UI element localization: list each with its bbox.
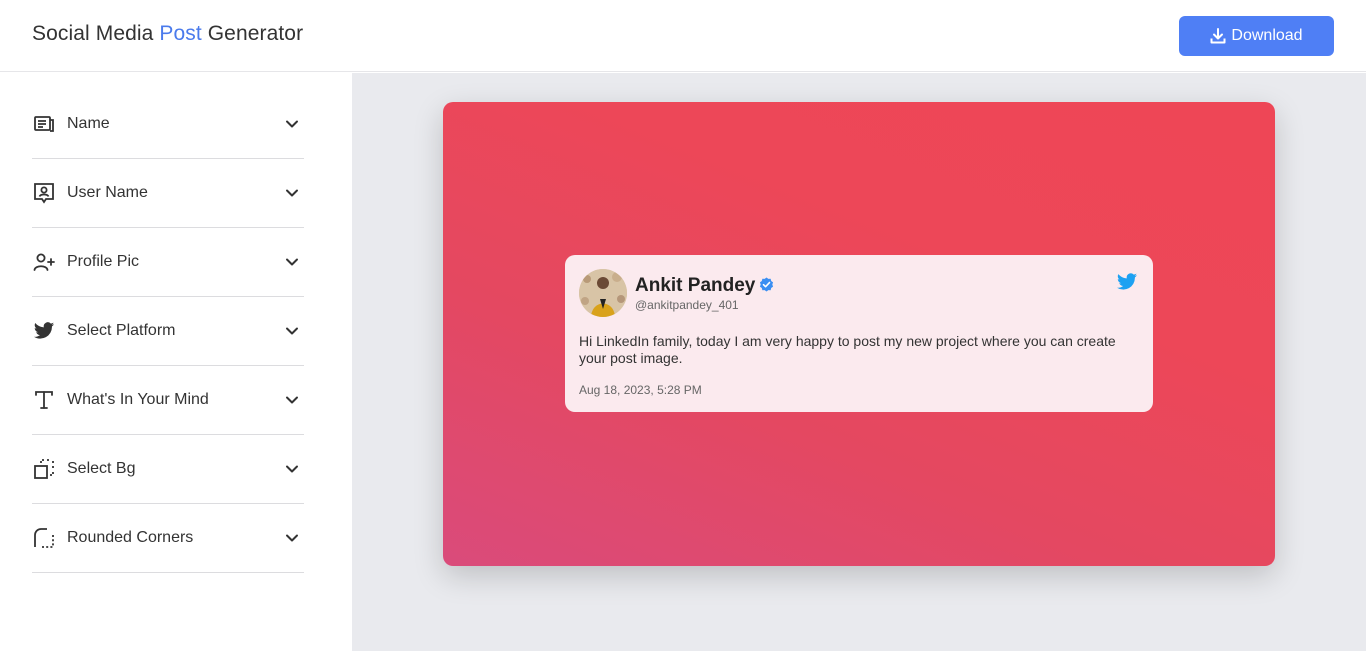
post-card: Ankit Pandey @ankitpandey_401 Hi LinkedI… (565, 255, 1153, 412)
sidebar-item-label: Profile Pic (67, 253, 140, 270)
download-button[interactable]: Download (1179, 16, 1334, 56)
sidebar-item-profile-pic[interactable]: Profile Pic (32, 228, 304, 297)
background-select-icon (32, 457, 56, 481)
chevron-down-icon (280, 112, 304, 136)
post-handle: @ankitpandey_401 (635, 298, 739, 312)
chevron-down-icon (280, 319, 304, 343)
preview-area: Ankit Pandey @ankitpandey_401 Hi LinkedI… (352, 73, 1366, 651)
post-canvas: Ankit Pandey @ankitpandey_401 Hi LinkedI… (443, 102, 1275, 566)
post-text: Hi LinkedIn family, today I am very happ… (579, 333, 1116, 366)
sidebar-item-select-platform[interactable]: Select Platform (32, 297, 304, 366)
chevron-down-icon (280, 388, 304, 412)
chevron-down-icon (280, 250, 304, 274)
user-plus-icon (32, 250, 56, 274)
sidebar-item-label: User Name (67, 184, 148, 201)
sidebar-item-rounded-corners[interactable]: Rounded Corners (32, 504, 304, 573)
avatar (579, 269, 627, 317)
chevron-down-icon (280, 526, 304, 550)
sidebar-item-label: Name (67, 115, 110, 132)
sidebar-item-name[interactable]: Name (32, 90, 304, 159)
app-title: Social Media Post Generator (32, 22, 303, 46)
sidebar-item-label: Select Bg (67, 460, 136, 477)
sidebar-item-label: Rounded Corners (67, 529, 194, 546)
text-t-icon (32, 388, 56, 412)
sidebar-item-label: Select Platform (67, 322, 176, 339)
post-date: Aug 18, 2023, 5:28 PM (579, 383, 702, 397)
download-icon (1210, 28, 1226, 44)
twitter-bird-icon (1116, 272, 1138, 297)
user-badge-icon (32, 181, 56, 205)
sidebar-item-select-bg[interactable]: Select Bg (32, 435, 304, 504)
app-header: Social Media Post Generator Download (0, 0, 1366, 72)
rounded-corner-icon (32, 526, 56, 550)
app-title-part1: Social Media (32, 22, 160, 45)
name-card-icon (32, 112, 56, 136)
post-author-name: Ankit Pandey (635, 275, 756, 296)
twitter-bird-icon (32, 319, 56, 343)
app-title-accent: Post (159, 22, 202, 45)
chevron-down-icon (280, 181, 304, 205)
sidebar-item-user-name[interactable]: User Name (32, 159, 304, 228)
settings-sidebar: Name User Name Profile Pic Select Platfo… (0, 73, 352, 651)
app-title-part2: Generator (201, 22, 304, 45)
sidebar-item-whats-in-your-mind[interactable]: What's In Your Mind (32, 366, 304, 435)
chevron-down-icon (280, 457, 304, 481)
sidebar-item-label: What's In Your Mind (67, 391, 209, 408)
verified-badge-icon (759, 277, 774, 297)
download-label: Download (1231, 27, 1303, 44)
